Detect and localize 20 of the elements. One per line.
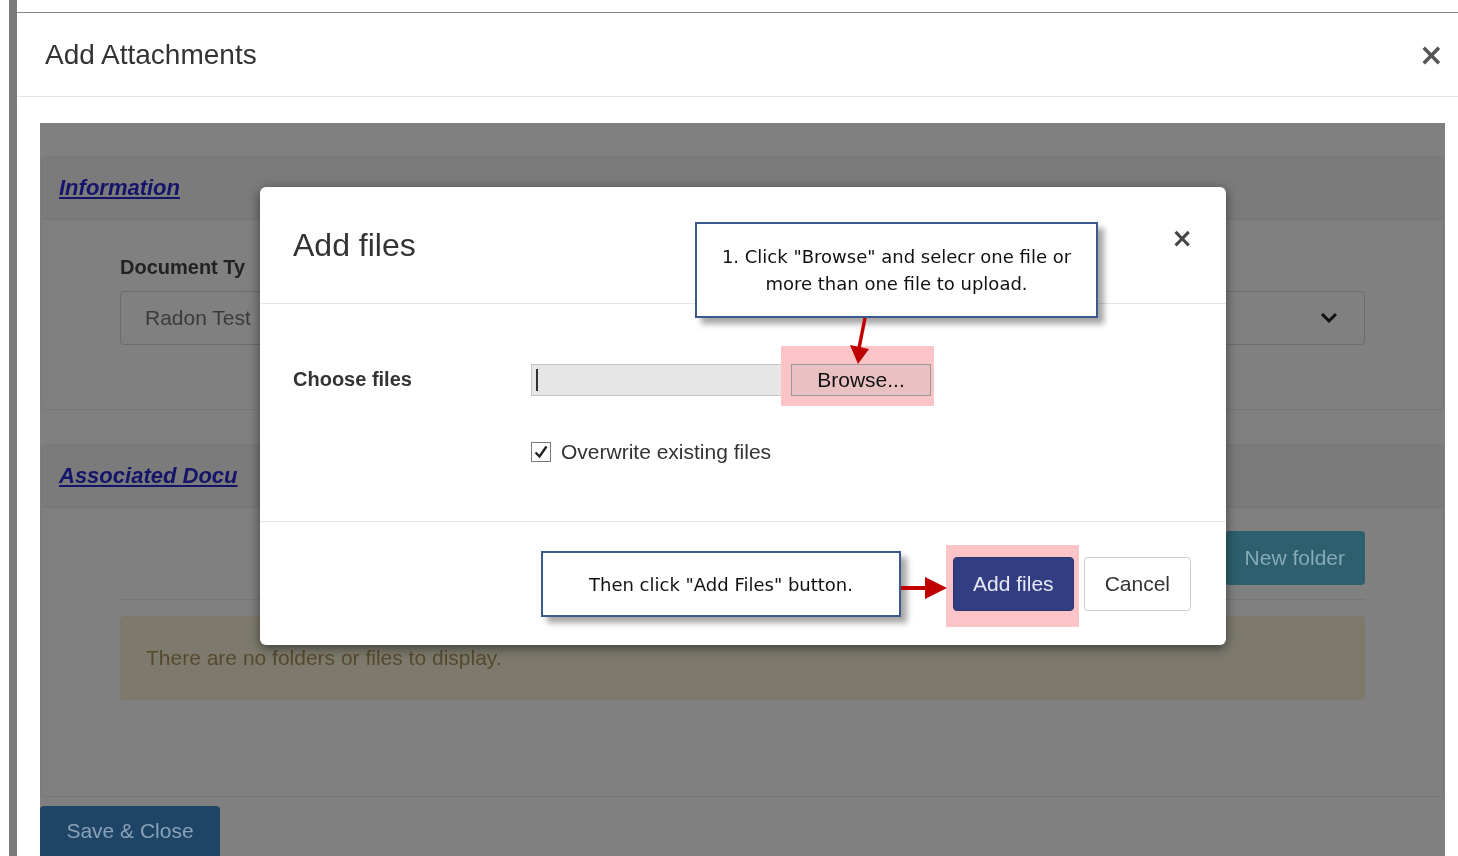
browse-button[interactable]: Browse... bbox=[791, 364, 931, 396]
cancel-button[interactable]: Cancel bbox=[1083, 556, 1191, 611]
checkbox-label: Overwrite existing files bbox=[561, 440, 772, 464]
field-label: Document Ty bbox=[120, 256, 247, 279]
arrow-icon bbox=[848, 318, 870, 365]
field-label: Choose files bbox=[293, 368, 413, 392]
close-button[interactable]: × bbox=[1171, 225, 1193, 251]
callout-box: Then click "Add Files" button. bbox=[541, 551, 901, 617]
dialog-title: Add files bbox=[293, 227, 416, 265]
close-button[interactable]: × bbox=[1418, 39, 1444, 70]
callout-box: 1. Click "Browse" and selecr one file or more than one file to upload. bbox=[695, 222, 1098, 318]
chevron-down-icon bbox=[1320, 312, 1338, 324]
file-path-field[interactable] bbox=[531, 364, 781, 396]
dialog-title: Add Attachments bbox=[45, 38, 257, 71]
arrow-icon bbox=[901, 576, 947, 600]
overwrite-checkbox[interactable] bbox=[531, 442, 551, 462]
add-files-button[interactable]: Add files bbox=[953, 556, 1074, 611]
section-link[interactable]: Information bbox=[59, 175, 180, 201]
section-link[interactable]: Associated Docu bbox=[59, 463, 238, 489]
save-close-button[interactable]: Save & Close bbox=[40, 806, 220, 856]
